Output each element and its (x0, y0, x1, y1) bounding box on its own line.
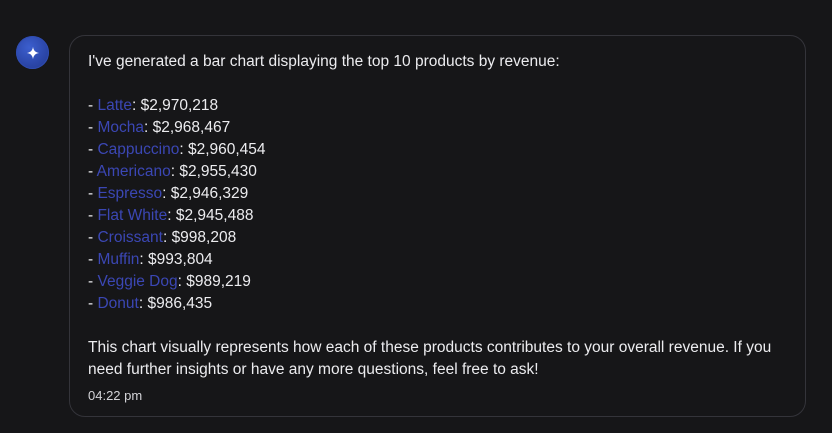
revenue-value: $2,970,218 (140, 97, 219, 114)
list-item: - Donut: $986,435 (88, 295, 213, 312)
revenue-value: $2,955,430 (179, 163, 257, 180)
revenue-value: $2,945,488 (175, 207, 254, 224)
list-item: - Latte: $2,970,218 (88, 97, 219, 114)
list-item: - Croissant: $998,208 (88, 229, 237, 246)
product-link[interactable]: Cappuccino (97, 141, 179, 158)
list-item: - Espresso: $2,946,329 (88, 185, 249, 202)
list-item: - Cappuccino: $2,960,454 (88, 141, 266, 158)
product-link[interactable]: Flat White (97, 207, 167, 224)
product-link[interactable]: Americano (97, 163, 171, 180)
revenue-value: $986,435 (147, 295, 213, 312)
list-item: - Muffin: $993,804 (88, 251, 213, 268)
list-item: - Veggie Dog: $989,219 (88, 273, 251, 290)
sparkle-icon (26, 46, 39, 59)
product-link[interactable]: Veggie Dog (97, 273, 177, 290)
product-link[interactable]: Espresso (97, 185, 162, 202)
message-timestamp: 04:22 pm (88, 388, 143, 403)
assistant-message-bubble: I've generated a bar chart displaying th… (69, 35, 806, 417)
revenue-value: $2,960,454 (187, 141, 266, 158)
list-item: - Mocha: $2,968,467 (88, 119, 231, 136)
product-revenue-list: - Latte: $2,970,218 - Mocha: $2,968,467 - … (88, 95, 787, 315)
product-link[interactable]: Croissant (97, 229, 162, 246)
revenue-value: $998,208 (171, 229, 237, 246)
assistant-avatar (16, 36, 49, 69)
product-link[interactable]: Muffin (97, 251, 139, 268)
chat-page: I've generated a bar chart displaying th… (0, 0, 832, 433)
product-link[interactable]: Donut (97, 295, 138, 312)
revenue-value: $2,946,329 (170, 185, 249, 202)
revenue-value: $2,968,467 (152, 119, 231, 136)
product-link[interactable]: Latte (97, 97, 131, 114)
list-item: - Flat White: $2,945,488 (88, 207, 254, 224)
revenue-value: $993,804 (148, 251, 213, 268)
message-body: I've generated a bar chart displaying th… (88, 51, 787, 381)
revenue-value: $989,219 (186, 273, 251, 290)
message-outro: This chart visually represents how each … (88, 339, 772, 378)
message-intro: I've generated a bar chart displaying th… (88, 53, 560, 70)
list-item: - Americano: $2,955,430 (88, 163, 257, 180)
product-link[interactable]: Mocha (97, 119, 144, 136)
